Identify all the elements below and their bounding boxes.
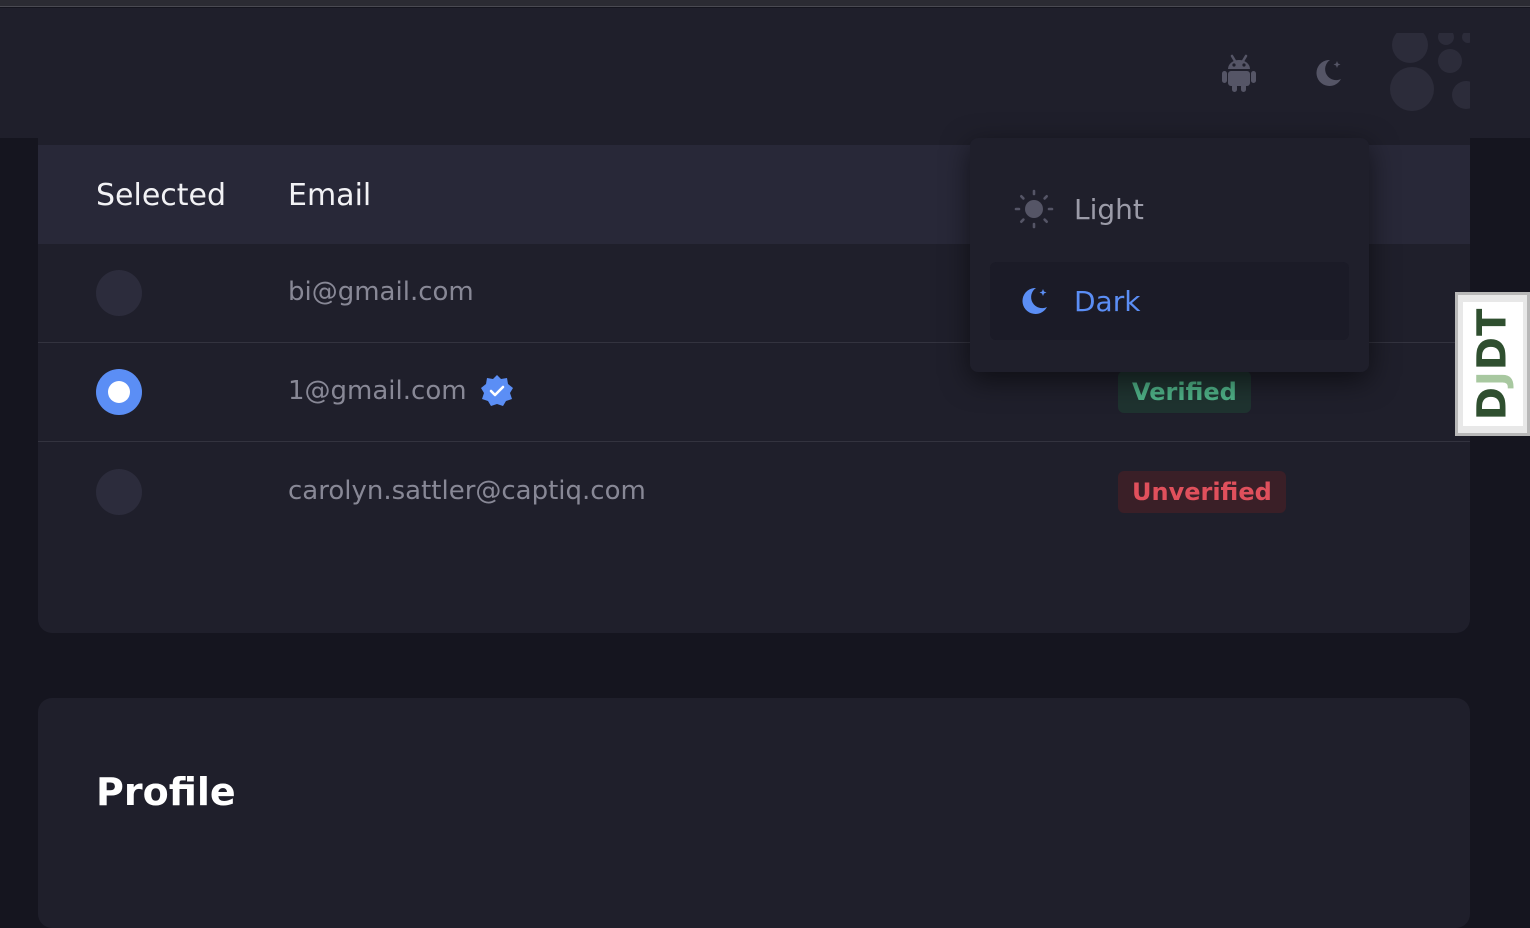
menu-item-label: Dark: [1074, 284, 1141, 318]
status-badge-verified: Verified: [1118, 371, 1251, 413]
email-text: bi@gmail.com: [288, 277, 474, 307]
column-header-selected: Selected: [96, 178, 227, 213]
email-address: 1@gmail.com: [288, 371, 515, 411]
table-row: carolyn.sattler@captiq.com Unverified: [38, 443, 1470, 541]
theme-toggle-button[interactable]: [1306, 52, 1350, 94]
status-badge-unverified: Unverified: [1118, 471, 1286, 513]
djdt-j: J: [1469, 370, 1516, 387]
sun-icon: [1014, 189, 1054, 229]
email-address: carolyn.sattler@captiq.com: [288, 471, 646, 511]
moon-icon: [1316, 59, 1341, 86]
email-text: carolyn.sattler@captiq.com: [288, 476, 646, 506]
debug-toolbar-handle[interactable]: DJDT: [1455, 292, 1530, 436]
android-icon[interactable]: [1216, 52, 1262, 94]
menu-item-dark[interactable]: Dark: [990, 262, 1349, 340]
profile-title: Profile: [96, 770, 236, 814]
email-address: bi@gmail.com: [288, 272, 474, 312]
menu-item-label: Light: [1074, 192, 1144, 226]
select-radio[interactable]: [96, 270, 142, 316]
menu-item-light[interactable]: Light: [990, 170, 1349, 248]
top-navbar: [0, 8, 1530, 138]
select-radio-selected[interactable]: [96, 369, 142, 415]
verified-check-icon: [479, 373, 515, 409]
debug-toolbar-label: DJDT: [1470, 308, 1516, 421]
profile-card: Profile: [38, 698, 1470, 928]
avatar-pattern: [1390, 33, 1470, 111]
avatar[interactable]: [1388, 33, 1470, 115]
djdt-dt: DT: [1469, 307, 1516, 371]
column-header-email: Email: [288, 178, 372, 213]
browser-top-edge: [0, 0, 1530, 7]
moon-icon: [1014, 281, 1054, 321]
theme-dropdown-menu: Light Dark: [970, 138, 1369, 372]
email-text: 1@gmail.com: [288, 376, 467, 406]
debug-toolbar-logo: DJDT: [1462, 302, 1523, 426]
android-icon-svg: [1222, 54, 1256, 92]
select-radio[interactable]: [96, 469, 142, 515]
djdt-d: D: [1469, 386, 1516, 421]
